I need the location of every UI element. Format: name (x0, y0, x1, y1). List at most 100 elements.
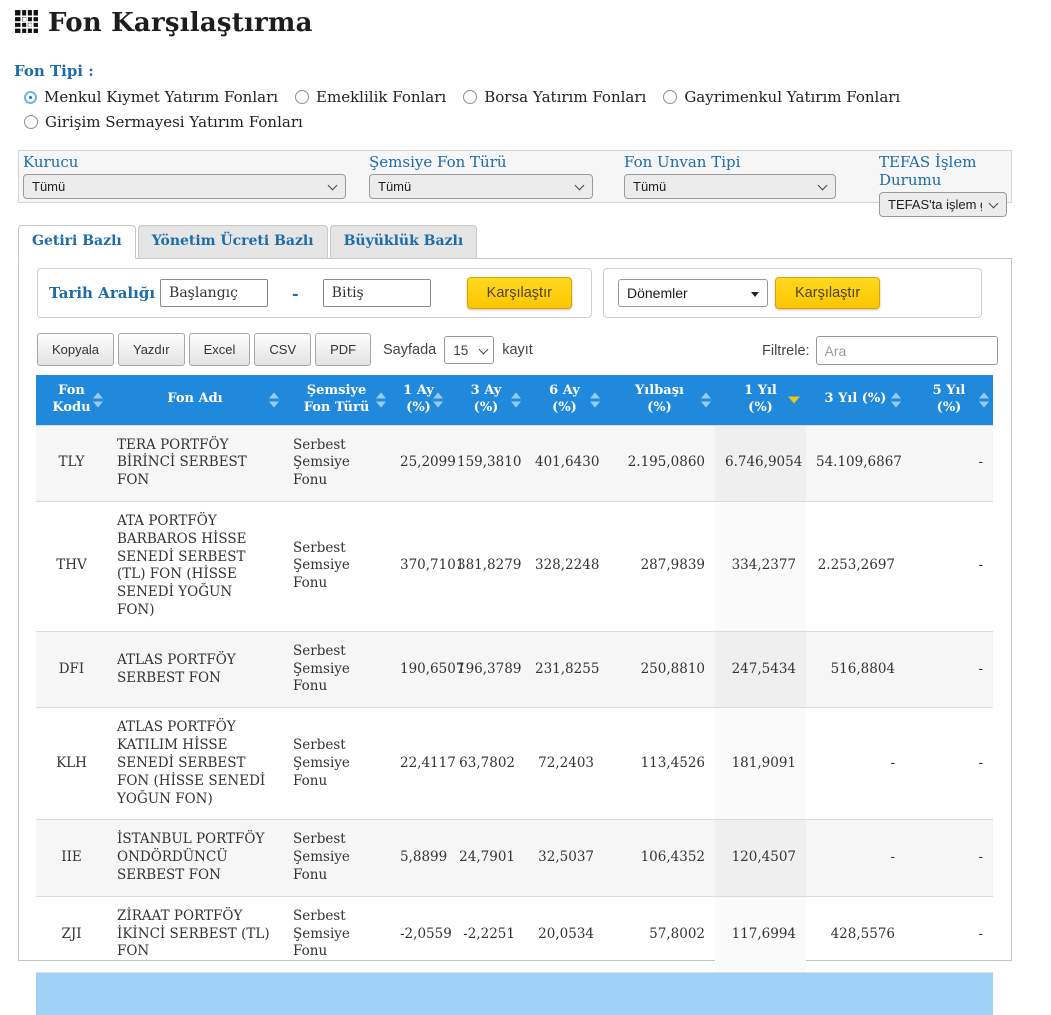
cell-3ay: -2,2251 (447, 896, 525, 972)
page-size-control: Sayfada 15 kayıt (383, 336, 533, 364)
sort-icon (891, 392, 901, 407)
table-row-selected-partial[interactable] (36, 973, 993, 1015)
table-row[interactable]: DFI ATLAS PORTFÖY SERBEST FON Serbest Şe… (36, 631, 993, 707)
chevron-down-icon (575, 181, 585, 191)
table-row[interactable]: TLY TERA PORTFÖY BİRİNCİ SERBEST FON Ser… (36, 425, 993, 501)
col-fon-adi[interactable]: Fon Adı (107, 375, 283, 425)
col-5-yil[interactable]: 5 Yıl(%) (905, 375, 993, 425)
cell-yilbasi: 113,4526 (604, 708, 715, 820)
cell-fon-kodu: ZJI (36, 896, 107, 972)
cell-fon-adi: TERA PORTFÖY BİRİNCİ SERBEST FON (107, 425, 283, 501)
pdf-button[interactable]: PDF (315, 333, 371, 366)
sort-icon (433, 392, 443, 407)
periods-dropdown[interactable]: Dönemler (618, 279, 768, 307)
cell-5yil: - (905, 820, 993, 896)
col-3-yil[interactable]: 3 Yıl (%) (806, 375, 905, 425)
sort-icon (979, 392, 989, 407)
cell-3ay: 196,3789 (447, 631, 525, 707)
csv-button[interactable]: CSV (254, 333, 311, 366)
col-3-ay[interactable]: 3 Ay(%) (447, 375, 525, 425)
tefas-label: TEFAS İşlem Durumu (879, 153, 1011, 189)
cell-fon-kodu: IIE (36, 820, 107, 896)
cell-1yil: 120,4507 (715, 820, 806, 896)
cell-fon-adi: ATA PORTFÖY BARBAROS HİSSE SENEDİ SERBES… (107, 501, 283, 631)
cell-6ay: 231,8255 (525, 631, 604, 707)
sort-icon (376, 392, 386, 407)
radio-label: Borsa Yatırım Fonları (484, 88, 646, 106)
col-6-ay[interactable]: 6 Ay(%) (525, 375, 604, 425)
kurucu-select-value: Tümü (32, 179, 65, 194)
col-semsiye-fon-turu[interactable]: ŞemsiyeFon Türü (283, 375, 390, 425)
filter-group-semsiye: Şemsiye Fon Türü Tümü (369, 153, 593, 199)
radio-label: Emeklilik Fonları (316, 88, 446, 106)
cell-1yil: 6.746,9054 (715, 425, 806, 501)
tab-yonetim-ucreti-bazli[interactable]: Yönetim Ücreti Bazlı (138, 225, 328, 259)
semsiye-label: Şemsiye Fon Türü (369, 153, 593, 171)
cell-1ay: 190,6507 (390, 631, 447, 707)
cell-1ay: -2,0559 (390, 896, 447, 972)
date-range-box: Tarih Aralığı - Karşılaştır (37, 268, 592, 318)
cell-1ay: 22,4117 (390, 708, 447, 820)
table-row[interactable]: THV ATA PORTFÖY BARBAROS HİSSE SENEDİ SE… (36, 501, 993, 631)
cell-yilbasi: 57,8002 (604, 896, 715, 972)
filter-panel: Kurucu Tümü Şemsiye Fon Türü Tümü Fon Un… (18, 150, 1012, 203)
search-input[interactable] (816, 336, 998, 365)
unvan-select[interactable]: Tümü (624, 174, 836, 199)
filter-label: Filtrele: (762, 343, 810, 359)
table-row[interactable]: ZJI ZİRAAT PORTFÖY İKİNCİ SERBEST (TL) F… (36, 896, 993, 972)
radio-label: Menkul Kıymet Yatırım Fonları (44, 88, 278, 106)
compare-button-date[interactable]: Karşılaştır (467, 277, 572, 309)
radio-icon[interactable] (463, 90, 477, 104)
table-row[interactable]: IIE İSTANBUL PORTFÖY ONDÖRDÜNCÜ SERBEST … (36, 820, 993, 896)
cell-3yil: 54.109,6867 (806, 425, 905, 501)
fund-type-label: Fon Tipi : (14, 62, 94, 80)
radio-menkul-kiymet[interactable]: Menkul Kıymet Yatırım Fonları (24, 88, 278, 106)
semsiye-select[interactable]: Tümü (369, 174, 593, 199)
cell-5yil: - (905, 708, 993, 820)
cell-3ay: 159,3810 (447, 425, 525, 501)
grid-icon (14, 9, 39, 38)
print-button[interactable]: Yazdır (118, 333, 185, 366)
kurucu-select[interactable]: Tümü (23, 174, 346, 199)
sort-icon (590, 392, 600, 407)
radio-icon[interactable] (24, 115, 38, 129)
table-row[interactable]: KLH ATLAS PORTFÖY KATILIM HİSSE SENEDİ S… (36, 708, 993, 820)
col-fon-kodu[interactable]: FonKodu (36, 375, 107, 425)
dropdown-arrow-icon (751, 292, 759, 297)
sort-desc-icon (788, 396, 800, 403)
end-date-input[interactable] (323, 279, 431, 307)
cell-3yil: 516,8804 (806, 631, 905, 707)
copy-button[interactable]: Kopyala (37, 333, 114, 366)
fund-table: FonKodu Fon Adı ŞemsiyeFon Türü 1 Ay(%) … (36, 375, 993, 1015)
chevron-down-icon (818, 181, 828, 191)
tab-buyukluk-bazli[interactable]: Büyüklük Bazlı (330, 225, 478, 259)
periods-dropdown-value: Dönemler (627, 285, 688, 301)
col-yilbasi[interactable]: Yılbaşı(%) (604, 375, 715, 425)
radio-checked-icon[interactable] (26, 93, 35, 102)
radio-emeklilik[interactable]: Emeklilik Fonları (295, 88, 446, 106)
unvan-label: Fon Unvan Tipi (624, 153, 836, 171)
cell-1ay: 25,2099 (390, 425, 447, 501)
unvan-select-value: Tümü (633, 179, 666, 194)
radio-gayrimenkul[interactable]: Gayrimenkul Yatırım Fonları (663, 88, 900, 106)
excel-button[interactable]: Excel (189, 333, 251, 366)
cell-semsiye: Serbest Şemsiye Fonu (283, 896, 390, 972)
filter-group-tefas: TEFAS İşlem Durumu TEFAS'ta işlem gören (879, 153, 1011, 217)
cell-semsiye: Serbest Şemsiye Fonu (283, 501, 390, 631)
start-date-input[interactable] (160, 279, 268, 307)
cell-yilbasi: 250,8810 (604, 631, 715, 707)
col-1-yil-sorted[interactable]: 1 Yıl(%) (715, 375, 806, 425)
fund-type-radio-group-row2: Girişim Sermayesi Yatırım Fonları (24, 113, 303, 131)
sort-icon (511, 392, 521, 407)
radio-icon[interactable] (663, 90, 677, 104)
export-buttons: Kopyala Yazdır Excel CSV PDF (37, 333, 371, 366)
tefas-select[interactable]: TEFAS'ta işlem gören (879, 192, 1007, 217)
tab-getiri-bazli[interactable]: Getiri Bazlı (18, 225, 136, 259)
radio-girisim-sermayesi[interactable]: Girişim Sermayesi Yatırım Fonları (24, 113, 303, 131)
radio-icon[interactable] (295, 90, 309, 104)
semsiye-select-value: Tümü (378, 179, 411, 194)
col-1-ay[interactable]: 1 Ay(%) (390, 375, 447, 425)
radio-borsa[interactable]: Borsa Yatırım Fonları (463, 88, 646, 106)
page-size-select[interactable]: 15 (444, 336, 494, 364)
compare-button-periods[interactable]: Karşılaştır (775, 277, 880, 309)
